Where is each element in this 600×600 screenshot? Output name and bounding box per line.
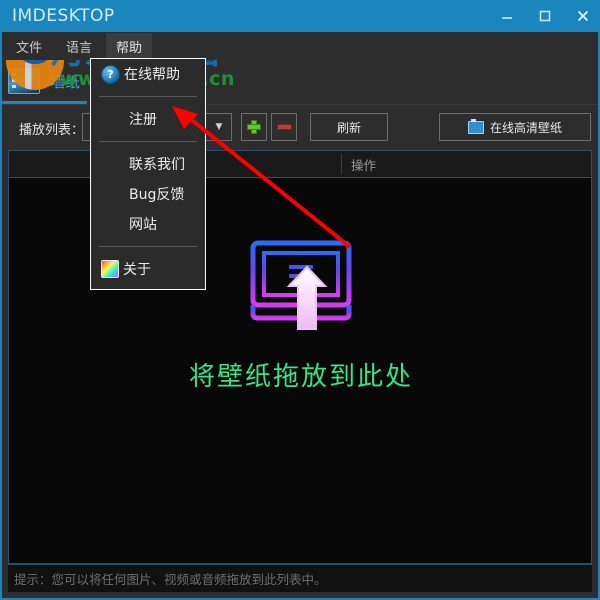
drop-monitor-arrow-icon: [245, 238, 357, 330]
menu-file[interactable]: 文件: [6, 33, 52, 60]
table-header-divider-1[interactable]: [341, 154, 342, 174]
about-rainbow-icon: [101, 260, 119, 278]
title-bar: IMDESKTOP: [2, 0, 598, 32]
menu-item-website-label: 网站: [129, 217, 157, 233]
menu-item-contact-us[interactable]: 联系我们: [91, 149, 205, 179]
menu-item-online-help[interactable]: ? 在线帮助: [91, 59, 205, 89]
menu-language[interactable]: 语言: [56, 33, 102, 60]
menu-item-online-help-label: 在线帮助: [124, 67, 180, 83]
menu-item-contact-us-label: 联系我们: [129, 157, 185, 173]
question-help-icon: ?: [101, 64, 120, 84]
menu-item-about-label: 关于: [123, 262, 151, 278]
menu-item-website[interactable]: 网站: [91, 209, 205, 239]
window-title: IMDESKTOP: [12, 6, 115, 26]
menu-help[interactable]: 帮助: [106, 32, 153, 60]
help-dropdown-menu: ? 在线帮助 注册 联系我们 Bug反馈 网站 关于: [90, 58, 206, 290]
monitor-wallpaper-icon: [8, 68, 40, 94]
maximize-button[interactable]: [526, 0, 564, 32]
tab-wallpaper-label: 墙纸: [50, 72, 81, 91]
menu-separator-1: [99, 96, 197, 97]
online-wallpaper-label: 在线高清壁纸: [489, 120, 562, 135]
chevron-down-icon[interactable]: ▼: [207, 114, 231, 140]
menu-separator-3: [99, 246, 197, 247]
menu-separator-2: [99, 141, 197, 142]
tab-wallpaper[interactable]: 墙纸: [8, 64, 80, 98]
drop-zone-label: 将壁纸拖放到此处: [188, 362, 413, 392]
remove-button[interactable]: [271, 113, 297, 141]
menu-item-bug-feedback-label: Bug反馈: [129, 187, 185, 203]
menu-bar: 文件 语言 帮助: [2, 32, 598, 60]
online-wallpaper-button[interactable]: 在线高清壁纸: [439, 113, 591, 141]
menu-item-register[interactable]: 注册: [91, 104, 205, 134]
refresh-button[interactable]: 刷新: [310, 113, 388, 141]
menu-item-register-label: 注册: [129, 112, 157, 128]
table-header-col-0[interactable]: [15, 151, 93, 177]
status-bar-text: 提示：您可以将任何图片、视频或音频拖放到此列表中。: [14, 572, 327, 587]
minus-icon: [276, 124, 292, 130]
menu-item-about[interactable]: 关于: [91, 254, 205, 284]
minimize-button[interactable]: [488, 0, 526, 32]
application-window: IMDESKTOP 文件 语言 帮助 河东软件园 www.pc0359.cn 墙…: [0, 0, 600, 600]
table-header-col-2[interactable]: 操作: [351, 151, 589, 177]
playlist-label: 播放列表：: [19, 123, 85, 138]
add-button[interactable]: [241, 113, 267, 141]
wallpaper-globe-icon: [467, 118, 484, 134]
close-button[interactable]: [564, 0, 598, 32]
menu-item-bug-feedback[interactable]: Bug反馈: [91, 179, 205, 209]
status-bar: 提示：您可以将任何图片、视频或音频拖放到此列表中。: [8, 564, 592, 592]
plus-icon: [247, 120, 261, 134]
window-controls: [488, 0, 598, 32]
